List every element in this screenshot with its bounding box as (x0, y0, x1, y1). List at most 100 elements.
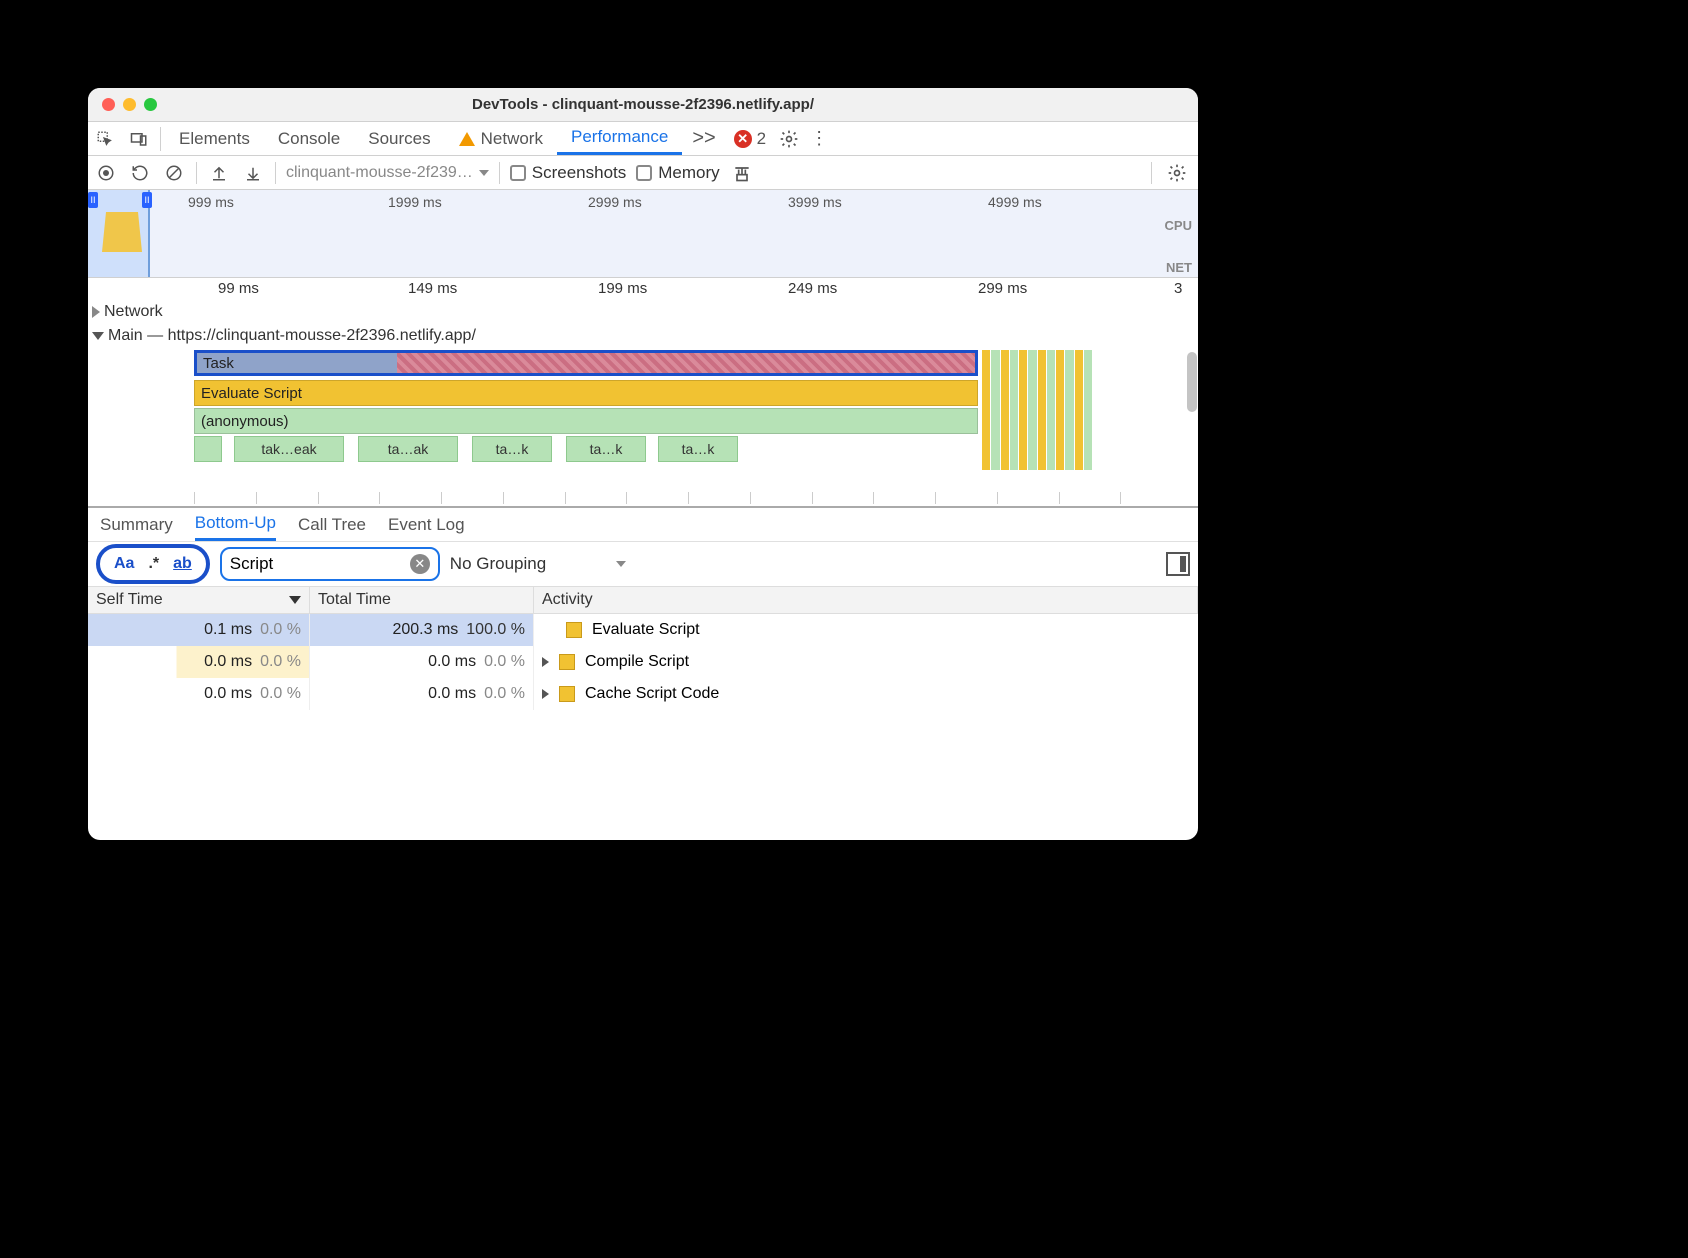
table-row[interactable]: 0.0 ms0.0 % 0.0 ms0.0 % Cache Script Cod… (88, 678, 1198, 710)
color-swatch-icon (559, 654, 575, 670)
flame-child-bar[interactable]: ta…ak (358, 436, 458, 462)
close-window-button[interactable] (102, 98, 115, 111)
tab-bottom-up[interactable]: Bottom-Up (195, 508, 276, 541)
detail-tabstrip: Summary Bottom-Up Call Tree Event Log (88, 506, 1198, 542)
main-lane-header[interactable]: Main — https://clinquant-mousse-2f2396.n… (88, 324, 1198, 348)
network-lane-header[interactable]: Network (88, 300, 1198, 324)
checkbox-icon (510, 165, 526, 181)
kebab-menu-icon[interactable]: ⋮ (804, 128, 834, 149)
ruler-tick: 199 ms (598, 280, 647, 297)
ruler-tick: 299 ms (978, 280, 1027, 297)
flame-cluster[interactable] (982, 350, 1092, 470)
more-tabs-button[interactable]: >> (682, 127, 725, 150)
whole-word-button[interactable]: ab (173, 555, 192, 573)
tab-elements[interactable]: Elements (165, 122, 264, 155)
devtools-window: DevTools - clinquant-mousse-2f2396.netli… (88, 88, 1198, 840)
tab-call-tree[interactable]: Call Tree (298, 508, 366, 541)
screenshots-checkbox[interactable]: Screenshots (510, 163, 627, 183)
selection-handle-left[interactable]: II (88, 192, 98, 208)
flame-chart[interactable]: Task Evaluate Script (anonymous) tak…eak… (88, 348, 1198, 506)
inspect-element-icon[interactable] (88, 122, 122, 155)
cpu-chart-shape (102, 212, 142, 252)
warning-icon (459, 132, 475, 146)
checkbox-icon (636, 165, 652, 181)
download-icon[interactable] (241, 161, 265, 185)
settings-gear-icon[interactable] (774, 129, 804, 149)
separator (499, 162, 500, 184)
dropdown-caret-icon (479, 170, 489, 176)
tab-event-log[interactable]: Event Log (388, 508, 465, 541)
grouping-select[interactable]: No Grouping (450, 554, 626, 574)
toggle-side-panel-icon[interactable] (1166, 552, 1190, 576)
filter-value: Script (230, 554, 273, 574)
expand-arrow-icon[interactable] (92, 306, 100, 318)
capture-settings-gear-icon[interactable] (1162, 163, 1192, 183)
memory-checkbox[interactable]: Memory (636, 163, 719, 183)
expand-row-icon[interactable] (542, 689, 549, 699)
tab-network[interactable]: Network (445, 122, 557, 155)
error-icon: ✕ (734, 130, 752, 148)
zoom-window-button[interactable] (144, 98, 157, 111)
tab-summary[interactable]: Summary (100, 508, 173, 541)
table-row[interactable]: 0.0 ms0.0 % 0.0 ms0.0 % Compile Script (88, 646, 1198, 678)
recording-select[interactable]: clinquant-mousse-2f239… (286, 164, 489, 182)
separator (1151, 162, 1152, 184)
flame-evaluate-script-bar[interactable]: Evaluate Script (194, 380, 978, 406)
expand-row-icon[interactable] (542, 657, 549, 667)
regex-button[interactable]: .* (148, 555, 159, 573)
error-count: 2 (757, 129, 766, 149)
network-lane-label: Network (104, 303, 163, 321)
device-toolbar-icon[interactable] (122, 122, 156, 155)
upload-icon[interactable] (207, 161, 231, 185)
flame-child-bar[interactable]: tak…eak (234, 436, 344, 462)
traffic-lights (102, 98, 157, 111)
recording-select-label: clinquant-mousse-2f239… (286, 164, 473, 182)
match-case-button[interactable]: Aa (114, 555, 134, 573)
main-lane-label: Main — https://clinquant-mousse-2f2396.n… (108, 327, 476, 345)
color-swatch-icon (559, 686, 575, 702)
column-self-time[interactable]: Self Time (88, 587, 310, 613)
tab-performance[interactable]: Performance (557, 122, 682, 155)
overview-tick: 4999 ms (988, 194, 1042, 210)
ruler-tick: 99 ms (218, 280, 259, 297)
time-ruler: 99 ms 149 ms 199 ms 249 ms 299 ms 3 (88, 278, 1198, 300)
titlebar: DevTools - clinquant-mousse-2f2396.netli… (88, 88, 1198, 122)
dropdown-caret-icon (616, 561, 626, 567)
error-badge[interactable]: ✕ 2 (726, 129, 774, 149)
overview-selection[interactable]: II II (88, 190, 150, 277)
filter-input[interactable]: Script ✕ (220, 547, 440, 581)
clear-button[interactable] (162, 161, 186, 185)
clear-filter-icon[interactable]: ✕ (410, 554, 430, 574)
reload-button[interactable] (128, 161, 152, 185)
scrollbar-thumb[interactable] (1187, 352, 1197, 412)
minimize-window-button[interactable] (123, 98, 136, 111)
filter-bar: Aa .* ab Script ✕ No Grouping (88, 542, 1198, 586)
flame-child-bar[interactable]: ta…k (566, 436, 646, 462)
flame-task-label: Task (203, 355, 234, 372)
flame-child-bar[interactable]: ta…k (658, 436, 738, 462)
color-swatch-icon (566, 622, 582, 638)
flame-task-bar[interactable]: Task (194, 350, 978, 376)
sort-desc-icon (289, 596, 301, 604)
column-activity[interactable]: Activity (534, 587, 1198, 613)
flame-child-bar[interactable]: ta…k (472, 436, 552, 462)
overview-tick: 1999 ms (388, 194, 442, 210)
overview-tick: 3999 ms (788, 194, 842, 210)
flame-scrollbar[interactable] (1186, 348, 1198, 506)
collapse-arrow-icon[interactable] (92, 332, 104, 340)
tab-sources[interactable]: Sources (354, 122, 444, 155)
collect-garbage-icon[interactable] (730, 161, 754, 185)
selection-handle-right[interactable]: II (142, 192, 152, 208)
table-row[interactable]: 0.1 ms0.0 % 200.3 ms100.0 % Evaluate Scr… (88, 614, 1198, 646)
tab-console[interactable]: Console (264, 122, 354, 155)
ruler-tick: 149 ms (408, 280, 457, 297)
separator (160, 127, 161, 151)
timeline-overview[interactable]: II II 999 ms 1999 ms 2999 ms 3999 ms 499… (88, 190, 1198, 278)
tab-network-label: Network (481, 129, 543, 149)
window-title: DevTools - clinquant-mousse-2f2396.netli… (88, 96, 1198, 113)
record-button[interactable] (94, 161, 118, 185)
flame-child-bar[interactable] (194, 436, 222, 462)
flame-anonymous-bar[interactable]: (anonymous) (194, 408, 978, 434)
column-total-time[interactable]: Total Time (310, 587, 534, 613)
main-tabstrip: Elements Console Sources Network Perform… (88, 122, 1198, 156)
